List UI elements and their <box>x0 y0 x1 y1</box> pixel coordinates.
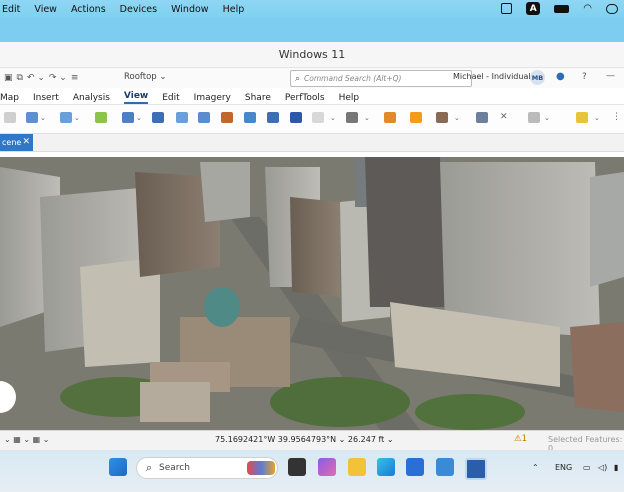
mic-icon[interactable] <box>528 112 540 123</box>
warning-count[interactable]: ⚠1 <box>514 434 527 444</box>
taskbar-search[interactable]: ⌕ Search <box>136 457 278 479</box>
file-explorer-icon[interactable] <box>348 458 366 476</box>
download-icon[interactable] <box>410 112 422 123</box>
control-center-icon[interactable] <box>606 3 618 14</box>
catalog-icon[interactable] <box>26 112 38 123</box>
command-search[interactable]: ⌕ Command Search (Alt+Q) <box>290 70 472 87</box>
tab-edit[interactable]: Edit <box>162 93 179 104</box>
zoom-icon[interactable] <box>312 112 324 123</box>
link-views-icon[interactable] <box>176 112 188 123</box>
city-scene <box>0 157 624 430</box>
menu-window[interactable]: Window <box>171 4 208 15</box>
battery-icon[interactable] <box>554 4 570 13</box>
layout-icon[interactable] <box>4 112 16 123</box>
customize-icon[interactable]: ≡ <box>71 73 79 83</box>
tab-view[interactable]: View <box>123 91 149 104</box>
display-icon[interactable]: ▭ <box>583 463 591 472</box>
redo-icon[interactable]: ↷ ⌄ <box>49 73 67 83</box>
save-icon[interactable]: ▣ <box>4 73 13 83</box>
menu-edit[interactable]: Edit <box>2 4 20 15</box>
wifi-icon[interactable]: ◠ <box>583 3 592 14</box>
tab-insert[interactable]: Insert <box>33 93 59 104</box>
arcgis-pro-icon[interactable] <box>465 458 487 480</box>
search-icon: ⌕ <box>295 73 301 84</box>
ribbon-toolbar: ⌄ ⌄ ⌄ ⌄ ⌄ ⌄ ✕ ⌄ ⌄ ⋮ <box>0 104 624 134</box>
filter-icon[interactable] <box>60 112 72 123</box>
mac-menu-bar: Edit View Actions Devices Window Help A … <box>0 0 624 18</box>
chevron-down-icon[interactable]: ⌄ <box>136 114 142 122</box>
language-indicator[interactable]: ENG <box>555 463 572 472</box>
search-placeholder: Command Search (Alt+Q) <box>304 74 402 83</box>
project-name[interactable]: Rooftop ⌄ <box>124 72 167 82</box>
chevron-down-icon[interactable]: ⌄ <box>364 114 370 122</box>
sun-icon[interactable] <box>384 112 396 123</box>
reset-panes-icon[interactable] <box>95 112 107 123</box>
menu-actions[interactable]: Actions <box>71 4 106 15</box>
tab-imagery[interactable]: Imagery <box>194 93 231 104</box>
tab-analysis[interactable]: Analysis <box>73 93 110 104</box>
contents-icon[interactable] <box>267 112 279 123</box>
display-icon[interactable] <box>436 112 448 123</box>
chevron-up-icon[interactable]: ⌃ <box>532 463 539 472</box>
chevron-down-icon[interactable]: ⌄ <box>544 114 550 122</box>
convert-icon[interactable] <box>152 112 164 123</box>
tab-map[interactable]: Map <box>0 93 19 104</box>
desktop-background <box>0 18 624 42</box>
status-bar: ⌄ ▦ ⌄ ▦ ⌄ 75.1692421°W 39.9564793°N ⌄ 26… <box>0 430 624 453</box>
ribbon-tabs: Map Insert Analysis View Edit Imagery Sh… <box>0 88 624 104</box>
edge-icon[interactable] <box>377 458 395 476</box>
close-icon[interactable]: ✕ <box>500 112 508 122</box>
catalog-view-icon[interactable] <box>244 112 256 123</box>
tab-help[interactable]: Help <box>339 93 360 104</box>
avatar[interactable]: MB <box>530 70 545 85</box>
menu-devices[interactable]: Devices <box>120 4 157 15</box>
screen-mirroring-icon[interactable] <box>501 3 513 14</box>
volume-icon[interactable]: ◁) <box>598 463 607 472</box>
battery-icon[interactable]: ▮ <box>614 463 618 472</box>
chevron-down-icon[interactable]: ⌄ <box>594 114 600 122</box>
start-icon[interactable] <box>109 458 127 476</box>
close-icon[interactable]: ✕ <box>22 134 30 151</box>
app-window: Windows 11 ▣ ⧉ ↶ ⌄ ↷ ⌄ ≡ Rooftop ⌄ ⌕ Com… <box>0 42 624 453</box>
menu-view[interactable]: View <box>34 4 57 15</box>
navigator-icon[interactable] <box>198 112 210 123</box>
settings-icon[interactable] <box>576 112 588 123</box>
windows-icon[interactable] <box>122 112 134 123</box>
tab-perftools[interactable]: PerfTools <box>285 93 325 104</box>
sync-icon[interactable] <box>290 112 302 123</box>
chevron-down-icon[interactable]: ⌄ <box>74 114 80 122</box>
taskbar-search-label: Search <box>159 463 190 473</box>
quick-access-toolbar: ▣ ⧉ ↶ ⌄ ↷ ⌄ ≡ Rooftop ⌄ ⌕ Command Search… <box>0 68 624 88</box>
chevron-down-icon[interactable]: ⌄ <box>40 114 46 122</box>
scene-tab[interactable]: cene ✕ <box>0 134 33 151</box>
minimize-icon[interactable]: — <box>606 71 615 81</box>
notification-icon[interactable]: ● <box>556 71 565 82</box>
layers-icon[interactable] <box>476 112 488 123</box>
status-tools-icon[interactable]: ⌄ ▦ ⌄ ▦ ⌄ <box>4 435 49 444</box>
coordinate-readout[interactable]: 75.1692421°W 39.9564793°N ⌄ 26.247 ft ⌄ <box>215 435 394 444</box>
window-title: Windows 11 <box>0 42 624 68</box>
help-icon[interactable]: ? <box>582 72 587 82</box>
lighting-icon[interactable] <box>346 112 358 123</box>
scene-view[interactable] <box>0 157 624 430</box>
save-as-icon[interactable]: ⧉ <box>17 73 23 83</box>
store-icon[interactable] <box>406 458 424 476</box>
tab-share[interactable]: Share <box>245 93 271 104</box>
undo-icon[interactable]: ↶ ⌄ <box>27 73 45 83</box>
search-highlight-icon <box>247 461 275 475</box>
chevron-down-icon[interactable]: ⌄ <box>454 114 460 122</box>
view-tab-strip: cene ✕ <box>0 134 624 152</box>
taskbar: ⌕ Search ⌃ ENG ▭ ◁) ▮ <box>0 450 624 492</box>
copilot-icon[interactable] <box>318 458 336 476</box>
user-name[interactable]: Michael - Individual <box>453 72 531 81</box>
app-icon[interactable] <box>436 458 454 476</box>
task-view-icon[interactable] <box>288 458 306 476</box>
menu-help[interactable]: Help <box>223 4 245 15</box>
scene-tab-label: cene <box>2 138 22 147</box>
more-icon[interactable]: ⋮ <box>612 112 621 122</box>
input-source-icon[interactable]: A <box>526 2 541 15</box>
search-icon: ⌕ <box>146 461 153 474</box>
toolbox-icon[interactable] <box>221 112 233 123</box>
chevron-down-icon[interactable]: ⌄ <box>330 114 336 122</box>
